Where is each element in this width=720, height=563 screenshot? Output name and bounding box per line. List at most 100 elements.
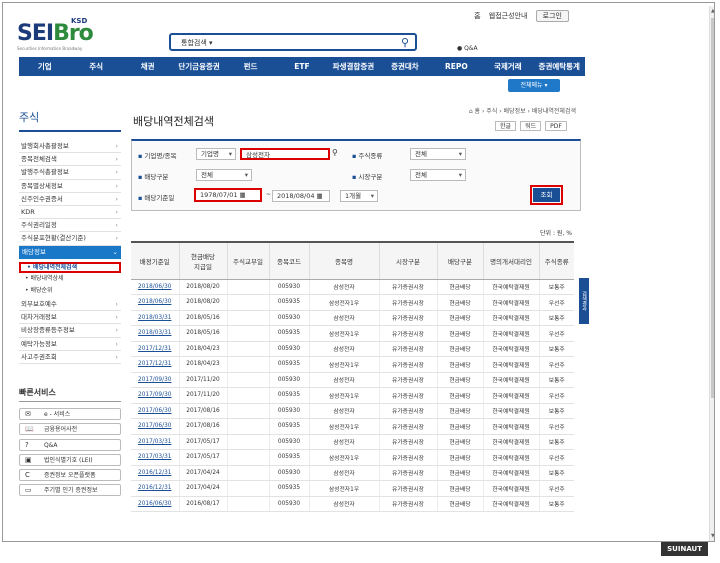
column-header[interactable]: 주식교부일 bbox=[226, 241, 269, 280]
date-from-input[interactable]: 1978/07/01 ▦ bbox=[194, 188, 262, 202]
table-cell bbox=[226, 356, 269, 373]
table-cell: 현금배당 bbox=[436, 434, 483, 450]
seibro-logo[interactable]: KSD SEIBro Securities Information Broadw… bbox=[17, 9, 107, 51]
side-results-tab[interactable]: 검색결과 bbox=[579, 278, 589, 324]
sidebar-item[interactable]: 예탁가능정보 bbox=[19, 338, 121, 351]
nav-item[interactable]: 단기금융증권 bbox=[173, 57, 224, 76]
search-button[interactable]: 조회 bbox=[533, 188, 560, 202]
scroll-up-icon[interactable]: ▲ bbox=[711, 8, 714, 14]
search-scope-select[interactable]: 통합검색 ▾ bbox=[181, 38, 213, 48]
table-row: 2018/03/31 2018/05/16 005930 삼성전자 유가증권시장 현금배당… bbox=[131, 310, 574, 326]
nav-item[interactable]: 주식 bbox=[70, 57, 121, 76]
column-header[interactable]: 배당구분 bbox=[436, 241, 483, 280]
company-input[interactable]: 삼성전자 bbox=[240, 148, 330, 160]
nav-item[interactable]: 채권 bbox=[122, 57, 173, 76]
sidebar-item[interactable]: 사고주권조회 bbox=[19, 351, 121, 364]
quick-service-button[interactable]: 📖 금융용어사전 bbox=[19, 423, 121, 436]
record-date-link[interactable]: 2017/06/30 bbox=[131, 418, 179, 435]
record-date-link[interactable]: 2018/06/30 bbox=[131, 294, 179, 311]
record-date-link[interactable]: 2018/06/30 bbox=[131, 279, 179, 295]
nav-item[interactable]: 증권대차 bbox=[379, 57, 430, 76]
nav-item[interactable]: 국제거래 bbox=[482, 57, 533, 76]
search-filter-panel: 기업명/종목 기업명 삼성전자 ⚲ 주식종류 전체 배당구분 전체 시장구분 전… bbox=[131, 139, 581, 211]
record-date-link[interactable]: 2018/03/31 bbox=[131, 325, 179, 342]
column-header[interactable]: 주식종류 bbox=[538, 241, 574, 280]
table-cell: 유가증권시장 bbox=[378, 480, 437, 497]
calendar-icon[interactable]: ▦ bbox=[317, 192, 323, 200]
table-cell: 우선주 bbox=[538, 449, 574, 466]
quick-service-button[interactable]: ▣ 법인식별기호 (LEI) bbox=[19, 453, 121, 466]
record-date-link[interactable]: 2017/09/30 bbox=[131, 372, 179, 388]
table-cell: 보통주 bbox=[538, 372, 574, 388]
scroll-down-icon[interactable]: ▼ bbox=[711, 533, 714, 539]
table-cell: 005935 bbox=[268, 387, 309, 404]
nav-item[interactable]: 펀드 bbox=[225, 57, 276, 76]
column-header[interactable]: 종목코드 bbox=[268, 241, 309, 280]
quick-service-button[interactable]: C 증권정보 오픈플랫폼 bbox=[19, 469, 121, 482]
column-header[interactable]: 명의개서대리인 bbox=[482, 241, 539, 280]
quick-service-button[interactable]: ▭ 주기별 인기 증권정보 bbox=[19, 484, 121, 497]
column-header[interactable]: 현금배당 지급일 bbox=[178, 241, 227, 280]
company-search-icon[interactable]: ⚲ bbox=[332, 148, 338, 157]
search-icon[interactable]: ⚲ bbox=[401, 36, 409, 49]
nav-item[interactable]: 파생결합증권 bbox=[328, 57, 379, 76]
record-date-link[interactable]: 2017/03/31 bbox=[131, 449, 179, 466]
search-bar[interactable]: 통합검색 ▾ ⚲ bbox=[169, 33, 417, 51]
home-link[interactable]: 홈 bbox=[474, 12, 480, 20]
table-cell: 현금배당 bbox=[436, 387, 483, 404]
record-date-link[interactable]: 2016/06/30 bbox=[131, 496, 179, 512]
sidebar-item[interactable]: 대차거래정보 bbox=[19, 311, 121, 325]
sidebar-item[interactable]: 종목전체검색 bbox=[19, 153, 121, 167]
sidebar-item[interactable]: 발행회사총괄정보 bbox=[19, 140, 121, 154]
record-date-link[interactable]: 2017/03/31 bbox=[131, 434, 179, 450]
login-button[interactable]: 로그인 bbox=[535, 10, 569, 22]
sidebar-item-dividend[interactable]: 배당정보 bbox=[19, 245, 121, 259]
record-date-link[interactable]: 2016/12/31 bbox=[131, 465, 179, 481]
accessibility-link[interactable]: 웹접근성안내 bbox=[489, 12, 528, 20]
market-select[interactable]: 전체 bbox=[410, 169, 466, 181]
quick-service-button[interactable]: ✉ e - 서비스 bbox=[19, 408, 121, 420]
sidebar-item[interactable]: 신주인수권증서 bbox=[19, 193, 121, 206]
div-type-select[interactable]: 전체 bbox=[196, 169, 252, 181]
sidebar-item[interactable]: 외부보호예수 bbox=[19, 298, 121, 312]
record-date-link[interactable]: 2018/03/31 bbox=[131, 310, 179, 326]
table-cell bbox=[226, 465, 269, 481]
nav-item[interactable]: 증권예탁통계 bbox=[534, 57, 585, 76]
sidebar-item[interactable]: 발행주식총괄정보 bbox=[19, 166, 121, 180]
column-header[interactable]: 종목명 bbox=[308, 241, 379, 280]
all-menu-button[interactable]: 전체메뉴 ▾ bbox=[508, 79, 560, 92]
scroll-thumb[interactable] bbox=[711, 18, 714, 398]
record-date-link[interactable]: 2017/12/31 bbox=[131, 341, 179, 357]
table-cell: 한국예탁결제원 bbox=[482, 496, 539, 512]
period-select[interactable]: 1개월 bbox=[340, 190, 378, 202]
calendar-icon[interactable]: ▦ bbox=[240, 191, 246, 199]
sidebar-item[interactable]: 주식분포현황(결산기준) bbox=[19, 232, 121, 246]
column-header[interactable]: 배정기준일 bbox=[131, 241, 179, 280]
sidebar-subitem[interactable]: • 배당순위 bbox=[19, 285, 121, 297]
scrollbar[interactable]: ▲ ▼ bbox=[709, 6, 714, 541]
sidebar-item[interactable]: KDR bbox=[19, 206, 121, 220]
export-hwp-button[interactable]: 한글 bbox=[495, 121, 517, 131]
quick-service-button[interactable]: ? Q&A bbox=[19, 438, 121, 451]
nav-item[interactable]: ETF bbox=[276, 57, 327, 76]
sidebar-item[interactable]: 주식권리일정 bbox=[19, 219, 121, 233]
record-date-link[interactable]: 2017/12/31 bbox=[131, 356, 179, 373]
record-date-link[interactable]: 2017/06/30 bbox=[131, 403, 179, 419]
sidebar-item[interactable]: 종목별상세정보 bbox=[19, 180, 121, 193]
quick-service-label: e - 서비스 bbox=[44, 411, 71, 418]
export-word-button[interactable]: 워드 bbox=[520, 121, 542, 131]
sidebar-subitem[interactable]: • 배당내역전체검색 bbox=[19, 261, 121, 273]
table-cell: 삼성전자 bbox=[308, 279, 379, 295]
date-to-input[interactable]: 2018/08/04 ▦ bbox=[272, 190, 330, 202]
sidebar-item[interactable]: 비상장증류등주정보 bbox=[19, 324, 121, 338]
record-date-link[interactable]: 2017/09/30 bbox=[131, 387, 179, 404]
record-date-link[interactable]: 2016/12/31 bbox=[131, 480, 179, 497]
column-header[interactable]: 시장구분 bbox=[378, 241, 437, 280]
nav-item[interactable]: 기업 bbox=[19, 57, 70, 76]
company-type-select[interactable]: 기업명 bbox=[196, 148, 236, 160]
sidebar-subitem[interactable]: • 배당내역상세 bbox=[19, 273, 121, 285]
export-pdf-button[interactable]: PDF bbox=[545, 121, 567, 131]
qa-link[interactable]: ● Q&A bbox=[457, 45, 478, 52]
nav-item[interactable]: REPO bbox=[431, 57, 482, 76]
stock-type-select[interactable]: 전체 bbox=[410, 148, 466, 160]
